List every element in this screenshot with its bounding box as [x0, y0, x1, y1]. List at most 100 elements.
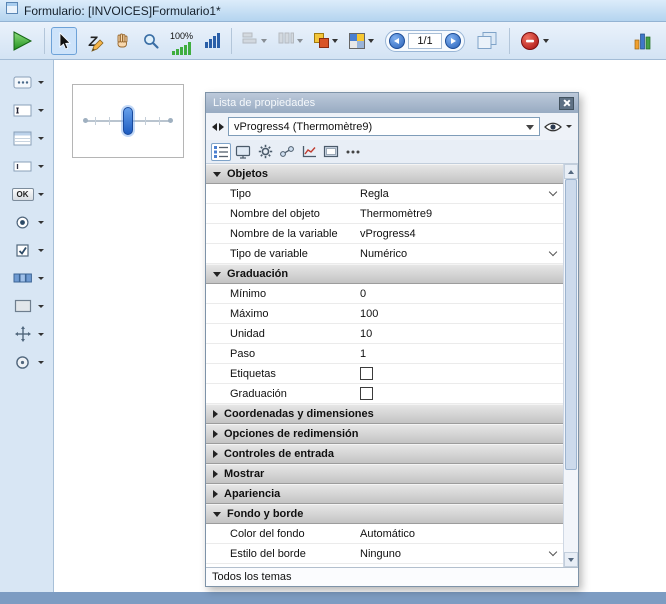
chevron-down-icon[interactable]: [297, 39, 303, 43]
chart-button[interactable]: [629, 27, 656, 55]
panel-titlebar[interactable]: Lista de propiedades: [206, 93, 578, 113]
vertical-scrollbar[interactable]: [563, 164, 578, 567]
chevron-down-icon[interactable]: [332, 39, 338, 43]
property-value[interactable]: Regla: [356, 184, 563, 203]
visibility-control[interactable]: [544, 121, 572, 133]
slider-thumb[interactable]: [123, 107, 133, 135]
chevron-down-icon[interactable]: [38, 305, 44, 308]
object-selector-combo[interactable]: vProgress4 (Thermomètre9): [228, 117, 540, 136]
scroll-track[interactable]: [564, 179, 578, 552]
chevron-down-icon[interactable]: [38, 333, 44, 336]
previous-object-icon[interactable]: [212, 123, 217, 131]
property-value[interactable]: Ninguno: [356, 544, 563, 563]
chevron-down-icon[interactable]: [261, 39, 267, 43]
property-row-minimo: Mínimo0: [206, 284, 563, 304]
tool-object-tools[interactable]: [10, 72, 44, 92]
property-value[interactable]: [356, 384, 563, 403]
property-value[interactable]: vProgress4: [356, 224, 563, 243]
line-chart-icon: [302, 145, 317, 158]
tool-rectangle[interactable]: [10, 296, 44, 316]
pointer-tool-button[interactable]: [51, 27, 77, 55]
section-header-opciones-de-redimension[interactable]: Opciones de redimensión: [206, 424, 563, 444]
align-icon: [242, 31, 258, 50]
hand-icon: [113, 32, 131, 50]
tab-screen[interactable]: [321, 143, 341, 161]
section-header-controles-de-entrada[interactable]: Controles de entrada: [206, 444, 563, 464]
close-button[interactable]: [559, 97, 574, 110]
chevron-down-icon[interactable]: [368, 39, 374, 43]
property-value[interactable]: 1: [356, 344, 563, 363]
tool-checkbox[interactable]: [10, 240, 44, 260]
tool-indicator[interactable]: [10, 352, 44, 372]
stop-icon: [520, 31, 540, 51]
scroll-down-button[interactable]: [564, 552, 578, 567]
tab-events[interactable]: [277, 143, 297, 161]
tab-properties-list[interactable]: [211, 143, 231, 161]
chevron-down-icon[interactable]: [38, 137, 44, 140]
edit-method-button[interactable]: Z: [80, 27, 106, 55]
style-button[interactable]: [345, 27, 378, 55]
triangle-up-icon: [568, 170, 574, 174]
tab-display[interactable]: [233, 143, 253, 161]
zoom-presets-icon: [205, 34, 220, 48]
chevron-down-icon[interactable]: [38, 361, 44, 364]
checkbox[interactable]: [360, 387, 373, 400]
chevron-down-icon[interactable]: [549, 548, 557, 556]
property-value[interactable]: 100: [356, 304, 563, 323]
zoom-level-control[interactable]: 100%: [167, 26, 196, 56]
property-value[interactable]: [356, 364, 563, 383]
section-header-coordenadas-y-dimensiones[interactable]: Coordenadas y dimensiones: [206, 404, 563, 424]
tab-settings[interactable]: [255, 143, 275, 161]
next-object-icon[interactable]: [219, 123, 224, 131]
chevron-down-icon[interactable]: [566, 125, 572, 128]
chevron-down-icon[interactable]: [38, 221, 44, 224]
expand-icon: [213, 470, 218, 478]
chevron-down-icon[interactable]: [38, 277, 44, 280]
section-header-apariencia[interactable]: Apariencia: [206, 484, 563, 504]
tool-radio-button[interactable]: [10, 212, 44, 232]
chevron-down-icon[interactable]: [38, 249, 44, 252]
property-value[interactable]: 0: [356, 284, 563, 303]
align-button[interactable]: [238, 27, 271, 55]
tool-splitter[interactable]: [10, 324, 44, 344]
previous-page-button[interactable]: [389, 33, 405, 49]
checkbox[interactable]: [360, 367, 373, 380]
distribute-button[interactable]: [274, 27, 307, 55]
chevron-down-icon[interactable]: [549, 248, 557, 256]
tool-button-grid[interactable]: [10, 268, 44, 288]
chevron-down-icon[interactable]: [38, 81, 44, 84]
tool-input-field[interactable]: [10, 156, 44, 176]
scroll-up-button[interactable]: [564, 164, 578, 179]
section-header-fondo-y-borde[interactable]: Fondo y borde: [206, 504, 563, 524]
chevron-down-icon[interactable]: [549, 188, 557, 196]
object-navigator[interactable]: [212, 123, 224, 131]
property-value[interactable]: 10: [356, 324, 563, 343]
tool-text-area[interactable]: [10, 100, 44, 120]
tab-chart[interactable]: [299, 143, 319, 161]
property-value[interactable]: Automático: [356, 524, 563, 543]
scroll-thumb[interactable]: [565, 179, 577, 470]
chevron-down-icon[interactable]: [38, 193, 44, 196]
chevron-down-icon[interactable]: [38, 165, 44, 168]
chevron-down-icon[interactable]: [38, 109, 44, 112]
stop-button[interactable]: [516, 27, 553, 55]
chevron-down-icon[interactable]: [543, 39, 549, 43]
section-header-mostrar[interactable]: Mostrar: [206, 464, 563, 484]
next-page-button[interactable]: [445, 33, 461, 49]
pages-button[interactable]: [472, 27, 503, 55]
zoom-presets-control[interactable]: [199, 27, 225, 55]
tool-list-box[interactable]: [10, 128, 44, 148]
property-value[interactable]: Thermomètre9: [356, 204, 563, 223]
section-header-graduacion[interactable]: Graduación: [206, 264, 563, 284]
zoom-tool-button[interactable]: [138, 27, 164, 55]
section-header-objetos[interactable]: Objetos: [206, 164, 563, 184]
ruler-object[interactable]: [72, 84, 184, 158]
property-value-text: Regla: [360, 188, 389, 200]
color-button[interactable]: [310, 27, 342, 55]
list-icon: [213, 145, 229, 158]
tool-ok-button[interactable]: OK: [10, 184, 44, 204]
tab-more[interactable]: [343, 143, 363, 161]
property-value[interactable]: Numérico: [356, 244, 563, 263]
run-button[interactable]: [6, 27, 38, 55]
pan-tool-button[interactable]: [109, 27, 135, 55]
